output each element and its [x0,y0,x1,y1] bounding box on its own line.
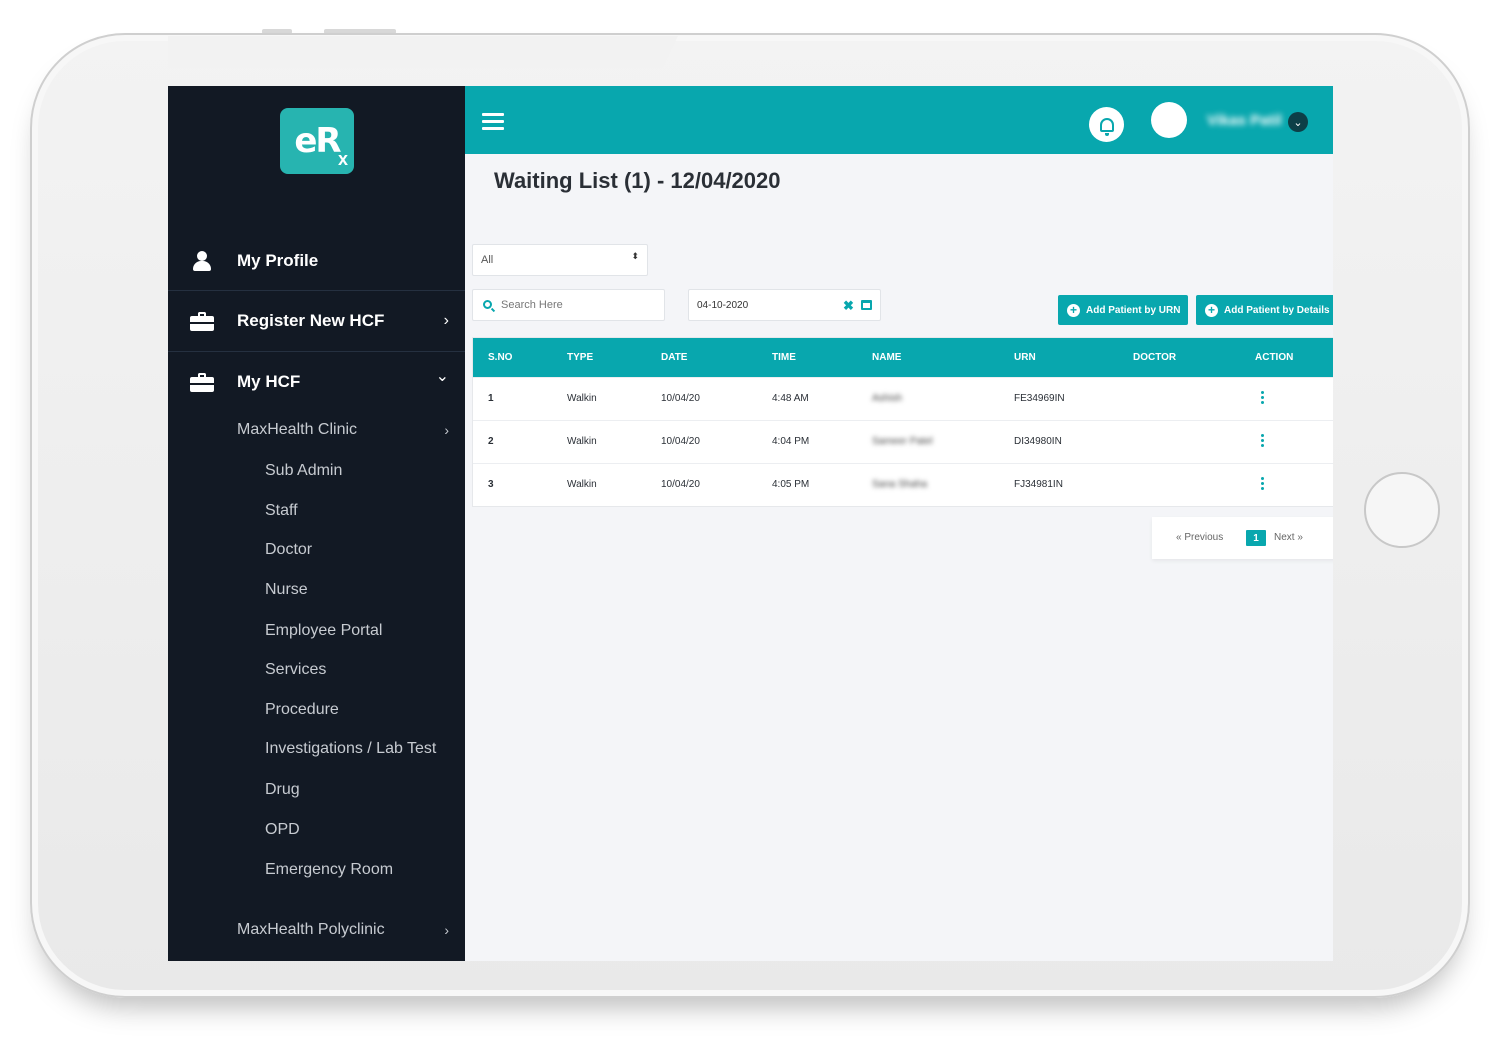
cell-time: 4:05 PM [772,479,810,490]
chevron-right-icon: › [443,312,449,329]
column-header-time: TIME [772,352,796,363]
chevron-down-icon: ⌄ [435,368,449,385]
app-screen: eR x My Profile Register New HCF › My HC… [168,86,1333,961]
erx-logo[interactable]: eR x [280,108,354,174]
sidebar-item-emergency-room[interactable]: Emergency Room [265,861,393,879]
sidebar-item-procedure[interactable]: Procedure [265,701,339,719]
screen-glare [168,36,678,68]
column-header-type: TYPE [567,352,594,363]
date-value: 04-10-2020 [697,300,749,311]
briefcase-icon [190,311,214,331]
chevron-right-icon: › [444,922,449,938]
page-title: Waiting List (1) - 12/04/2020 [494,168,781,193]
sidebar-item-employee-portal[interactable]: Employee Portal [265,622,382,640]
cell-name: Sana Shaha [872,479,928,490]
cell-date: 10/04/20 [661,436,700,447]
sidebar-item-my-hcf[interactable]: My HCF ⌄ [168,352,465,412]
logo-text: eR [294,121,341,161]
chevron-down-icon[interactable]: ⌄ [1288,112,1308,132]
next-page-link[interactable]: Next » [1274,532,1303,543]
column-header-date: DATE [661,352,688,363]
cell-date: 10/04/20 [661,479,700,490]
calendar-icon[interactable] [861,300,872,310]
button-label: Add Patient by Details [1224,304,1330,316]
cell-urn: DI34980IN [1014,436,1062,447]
column-header-doctor: DOCTOR [1133,352,1177,363]
sidebar-item-label: Register New HCF [237,311,385,330]
cell-sno: 3 [488,479,494,490]
add-patient-by-urn-button[interactable]: + Add Patient by URN [1058,295,1188,325]
cell-sno: 2 [488,436,494,447]
type-filter-select[interactable]: All ⬍ [472,244,648,276]
sidebar: eR x My Profile Register New HCF › My HC… [168,86,465,961]
sidebar-item-opd[interactable]: OPD [265,821,300,839]
table-row[interactable]: 2 Walkin 10/04/20 4:04 PM Sameer Patel D… [473,420,1333,463]
sidebar-item-label: My Profile [237,251,319,270]
top-bar: Vikas Patil ⌄ [465,86,1333,154]
plus-circle-icon: + [1067,303,1080,317]
search-input[interactable] [501,295,656,315]
cell-urn: FE34969IN [1014,393,1065,404]
bell-icon [1099,117,1114,136]
search-box[interactable] [472,289,665,321]
column-header-urn: URN [1014,352,1036,363]
cell-name: Ashish [872,393,903,404]
date-field[interactable]: 04-10-2020 ✖ [688,289,881,321]
sidebar-item-maxhealth-clinic[interactable]: MaxHealth Clinic › [237,421,465,439]
clear-date-icon[interactable]: ✖ [843,298,854,314]
select-arrows-icon: ⬍ [631,251,639,261]
sidebar-item-doctor[interactable]: Doctor [265,541,312,559]
column-header-action: ACTION [1255,352,1294,363]
row-actions-icon[interactable] [1261,391,1264,405]
column-header-name: NAME [872,352,902,363]
add-patient-by-details-button[interactable]: + Add Patient by Details [1196,295,1333,325]
sidebar-item-staff[interactable]: Staff [265,502,298,520]
previous-page-link[interactable]: « Previous [1176,532,1223,543]
row-actions-icon[interactable] [1261,477,1264,491]
sidebar-item-label: MaxHealth Polyclinic [237,921,385,938]
user-icon [190,251,214,271]
avatar[interactable] [1151,102,1187,138]
sidebar-item-label: MaxHealth Clinic [237,421,358,438]
sidebar-item-label: My HCF [237,372,301,391]
cell-type: Walkin [567,436,597,447]
cell-urn: FJ34981IN [1014,479,1063,490]
sidebar-item-investigations[interactable]: Investigations / Lab Test [265,740,436,758]
plus-circle-icon: + [1205,303,1218,317]
sidebar-item-nurse[interactable]: Nurse [265,581,308,599]
sidebar-item-drug[interactable]: Drug [265,781,300,799]
table-header: S.NO TYPE DATE TIME NAME URN DOCTOR ACTI… [473,338,1333,377]
cell-name: Sameer Patel [872,436,933,447]
hamburger-menu-icon[interactable] [482,113,504,131]
page-number-current[interactable]: 1 [1246,530,1266,546]
table-row[interactable]: 1 Walkin 10/04/20 4:48 AM Ashish FE34969… [473,377,1333,420]
type-filter-value: All [481,254,494,266]
waiting-list-table: S.NO TYPE DATE TIME NAME URN DOCTOR ACTI… [472,337,1333,507]
notification-bell-button[interactable] [1089,107,1124,142]
cell-time: 4:04 PM [772,436,810,447]
cell-sno: 1 [488,393,494,404]
sidebar-item-register-new-hcf[interactable]: Register New HCF › [168,291,465,351]
button-label: Add Patient by URN [1086,304,1181,316]
briefcase-icon [190,372,214,392]
cell-date: 10/04/20 [661,393,700,404]
sidebar-item-my-profile[interactable]: My Profile [168,231,465,291]
cell-type: Walkin [567,393,597,404]
search-icon [483,300,492,309]
sidebar-item-services[interactable]: Services [265,661,326,679]
cell-type: Walkin [567,479,597,490]
cell-time: 4:48 AM [772,393,809,404]
table-row[interactable]: 3 Walkin 10/04/20 4:05 PM Sana Shaha FJ3… [473,463,1333,506]
sidebar-item-maxhealth-polyclinic[interactable]: MaxHealth Polyclinic › [237,921,465,939]
logo-subscript: x [337,149,348,169]
row-actions-icon[interactable] [1261,434,1264,448]
tablet-home-button [1364,472,1440,548]
sidebar-item-sub-admin[interactable]: Sub Admin [265,462,342,480]
pagination: « Previous 1 Next » [1152,517,1333,559]
column-header-sno: S.NO [488,352,513,363]
username[interactable]: Vikas Patil [1207,112,1282,129]
chevron-right-icon: › [444,422,449,438]
